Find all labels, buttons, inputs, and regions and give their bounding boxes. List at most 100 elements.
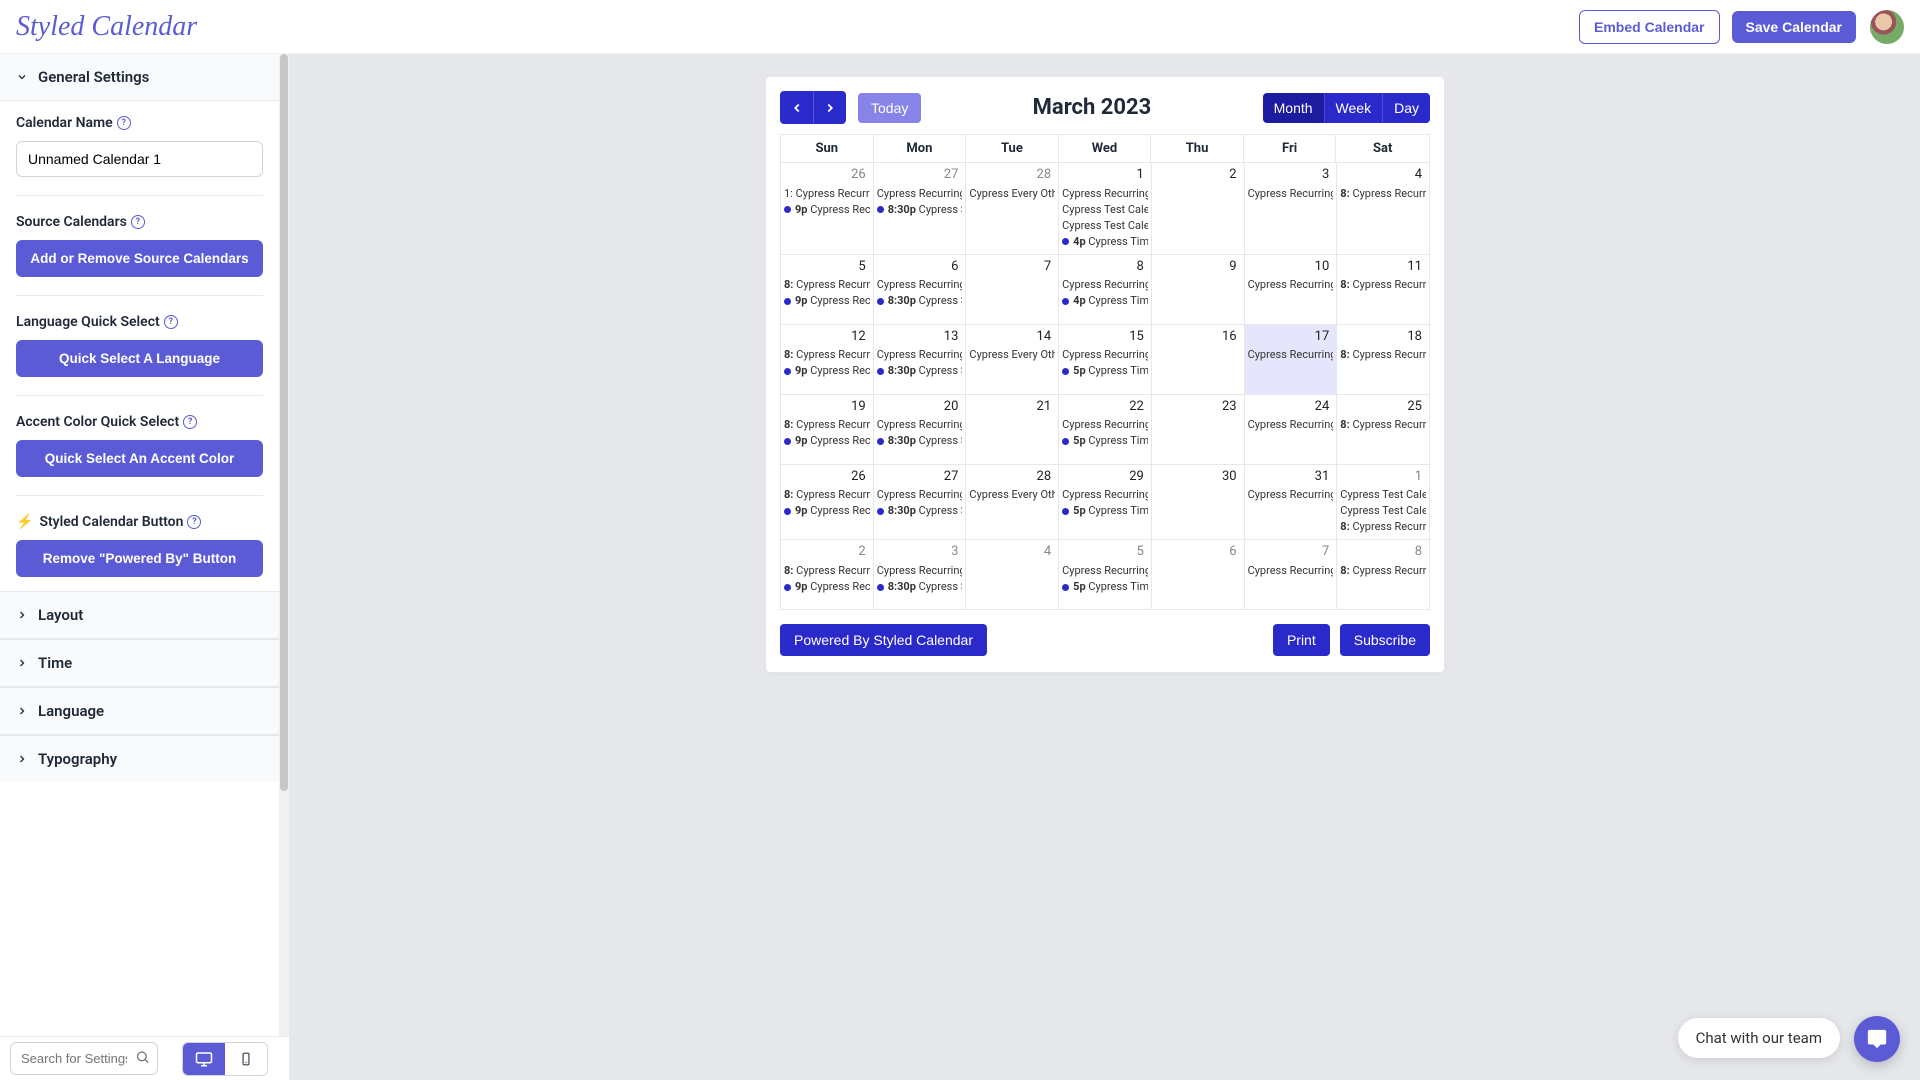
view-day-button[interactable]: Day [1382, 93, 1430, 123]
calendar-event[interactable]: Cypress Every Othe [969, 186, 1055, 202]
subscribe-button[interactable]: Subscribe [1340, 624, 1430, 656]
day-cell[interactable]: 3Cypress Recurring8:30p Cypress S [874, 540, 967, 610]
day-cell[interactable]: 23 [1152, 395, 1245, 465]
view-week-button[interactable]: Week [1324, 93, 1383, 123]
mobile-view-button[interactable] [225, 1043, 267, 1075]
help-icon[interactable]: ? [131, 215, 145, 229]
section-language[interactable]: Language [0, 687, 279, 735]
calendar-event[interactable]: Cypress Recurring [877, 186, 963, 202]
day-cell[interactable]: 20Cypress Recurring8:30p Cypress S [874, 395, 967, 465]
day-cell[interactable]: 28Cypress Every Othe [966, 163, 1059, 255]
day-cell[interactable]: 27Cypress Recurring8:30p Cypress S [874, 163, 967, 255]
help-icon[interactable]: ? [183, 415, 197, 429]
prev-month-button[interactable] [780, 91, 813, 124]
help-icon[interactable]: ? [117, 116, 131, 130]
calendar-name-input[interactable] [16, 141, 263, 177]
day-cell[interactable]: 28: Cypress Recurring9p Cypress Recu [781, 540, 874, 610]
calendar-event[interactable]: Cypress Recurring [1248, 487, 1334, 503]
section-layout[interactable]: Layout [0, 591, 279, 639]
help-icon[interactable]: ? [187, 515, 201, 529]
day-cell[interactable]: 118: Cypress Recurrin [1337, 255, 1430, 325]
calendar-event[interactable]: 8: Cypress Recurrin [1340, 347, 1426, 363]
embed-calendar-button[interactable]: Embed Calendar [1579, 10, 1719, 44]
day-cell[interactable]: 5Cypress Recurring I5p Cypress Time [1059, 540, 1152, 610]
add-remove-source-button[interactable]: Add or Remove Source Calendars [16, 240, 263, 277]
calendar-event[interactable]: 8: Cypress Recurrin [1340, 277, 1426, 293]
section-general-settings[interactable]: General Settings [0, 54, 279, 101]
day-cell[interactable]: 15Cypress Recurring I5p Cypress Time [1059, 325, 1152, 395]
day-cell[interactable]: 6Cypress Recurring8:30p Cypress S [874, 255, 967, 325]
day-cell[interactable]: 4 [966, 540, 1059, 610]
day-cell[interactable]: 1Cypress Test CalenCypress Test Calen8: … [1337, 465, 1430, 541]
calendar-event[interactable]: 8:30p Cypress S [877, 503, 963, 519]
day-cell[interactable]: 268: Cypress Recurring9p Cypress Recu [781, 465, 874, 541]
print-button[interactable]: Print [1273, 624, 1330, 656]
calendar-event[interactable]: 5p Cypress Time [1062, 363, 1148, 379]
calendar-event[interactable]: Cypress Test Calen [1340, 487, 1426, 503]
day-cell[interactable]: 7Cypress Recurring [1245, 540, 1338, 610]
day-cell[interactable]: 198: Cypress Recurring9p Cypress Recu [781, 395, 874, 465]
calendar-event[interactable]: 4p Cypress Time [1062, 293, 1148, 309]
calendar-event[interactable]: Cypress Recurring I [1062, 347, 1148, 363]
day-cell[interactable]: 9 [1152, 255, 1245, 325]
day-cell[interactable]: 17Cypress Recurring [1245, 325, 1338, 395]
day-cell[interactable]: 7 [966, 255, 1059, 325]
calendar-event[interactable]: 9p Cypress Recu [784, 293, 870, 309]
today-button[interactable]: Today [858, 93, 921, 123]
calendar-event[interactable]: Cypress Recurring [1248, 277, 1334, 293]
quick-select-language-button[interactable]: Quick Select A Language [16, 340, 263, 377]
calendar-event[interactable]: Cypress Recurring [1248, 563, 1334, 579]
calendar-event[interactable]: Cypress Recurring I [1062, 417, 1148, 433]
calendar-event[interactable]: Cypress Recurring [877, 277, 963, 293]
day-cell[interactable]: 22Cypress Recurring I5p Cypress Time [1059, 395, 1152, 465]
quick-select-accent-button[interactable]: Quick Select An Accent Color [16, 440, 263, 477]
calendar-event[interactable]: Cypress Recurring [877, 563, 963, 579]
day-cell[interactable]: 30 [1152, 465, 1245, 541]
calendar-event[interactable]: 8:30p Cypress S [877, 363, 963, 379]
calendar-event[interactable]: 4p Cypress Time [1062, 234, 1148, 250]
calendar-event[interactable]: Cypress Recurring I [1062, 277, 1148, 293]
calendar-event[interactable]: Cypress Test Calen [1340, 503, 1426, 519]
remove-powered-by-button[interactable]: Remove "Powered By" Button [16, 540, 263, 577]
day-cell[interactable]: 1Cypress Recurring ICypress Test CalenCy… [1059, 163, 1152, 255]
calendar-event[interactable]: 8: Cypress Recurring [784, 347, 870, 363]
calendar-event[interactable]: 8:30p Cypress S [877, 293, 963, 309]
avatar[interactable] [1870, 10, 1904, 44]
calendar-event[interactable]: 8: Cypress Recurring [784, 487, 870, 503]
calendar-event[interactable]: 8: Cypress Recurring [784, 563, 870, 579]
day-cell[interactable]: 58: Cypress Recurring9p Cypress Recu [781, 255, 874, 325]
chat-button[interactable] [1854, 1016, 1900, 1062]
calendar-event[interactable]: Cypress Recurring [1248, 186, 1334, 202]
calendar-event[interactable]: Cypress Recurring I [1062, 186, 1148, 202]
day-cell[interactable]: 48: Cypress Recurrin [1337, 163, 1430, 255]
calendar-event[interactable]: 8:30p Cypress S [877, 202, 963, 218]
calendar-event[interactable]: Cypress Recurring [877, 417, 963, 433]
calendar-event[interactable]: Cypress Test Calen [1062, 218, 1148, 234]
day-cell[interactable]: 21 [966, 395, 1059, 465]
section-time[interactable]: Time [0, 639, 279, 687]
help-icon[interactable]: ? [164, 315, 178, 329]
calendar-event[interactable]: Cypress Recurring [1248, 347, 1334, 363]
day-cell[interactable]: 128: Cypress Recurring9p Cypress Recu [781, 325, 874, 395]
day-cell[interactable]: 10Cypress Recurring [1245, 255, 1338, 325]
day-cell[interactable]: 6 [1152, 540, 1245, 610]
day-cell[interactable]: 24Cypress Recurring [1245, 395, 1338, 465]
calendar-event[interactable]: 5p Cypress Time [1062, 579, 1148, 595]
calendar-event[interactable]: Cypress Every Othe [969, 347, 1055, 363]
day-cell[interactable]: 2 [1152, 163, 1245, 255]
calendar-event[interactable]: 9p Cypress Recu [784, 579, 870, 595]
calendar-event[interactable]: 9p Cypress Recu [784, 503, 870, 519]
day-cell[interactable]: 88: Cypress Recurrin [1337, 540, 1430, 610]
calendar-event[interactable]: 9p Cypress Recu [784, 363, 870, 379]
calendar-event[interactable]: 5p Cypress Time [1062, 503, 1148, 519]
day-cell[interactable]: 3Cypress Recurring [1245, 163, 1338, 255]
calendar-event[interactable]: 8:30p Cypress S [877, 579, 963, 595]
calendar-event[interactable]: 5p Cypress Time [1062, 433, 1148, 449]
calendar-event[interactable]: 8: Cypress Recurring [784, 277, 870, 293]
calendar-event[interactable]: 8: Cypress Recurring [784, 417, 870, 433]
calendar-event[interactable]: 9p Cypress Recu [784, 202, 870, 218]
sidebar-scrollbar[interactable] [279, 54, 289, 1036]
calendar-event[interactable]: 1: Cypress Recurring [784, 186, 870, 202]
calendar-event[interactable]: Cypress Recurring [877, 347, 963, 363]
calendar-event[interactable]: Cypress Recurring I [1062, 563, 1148, 579]
